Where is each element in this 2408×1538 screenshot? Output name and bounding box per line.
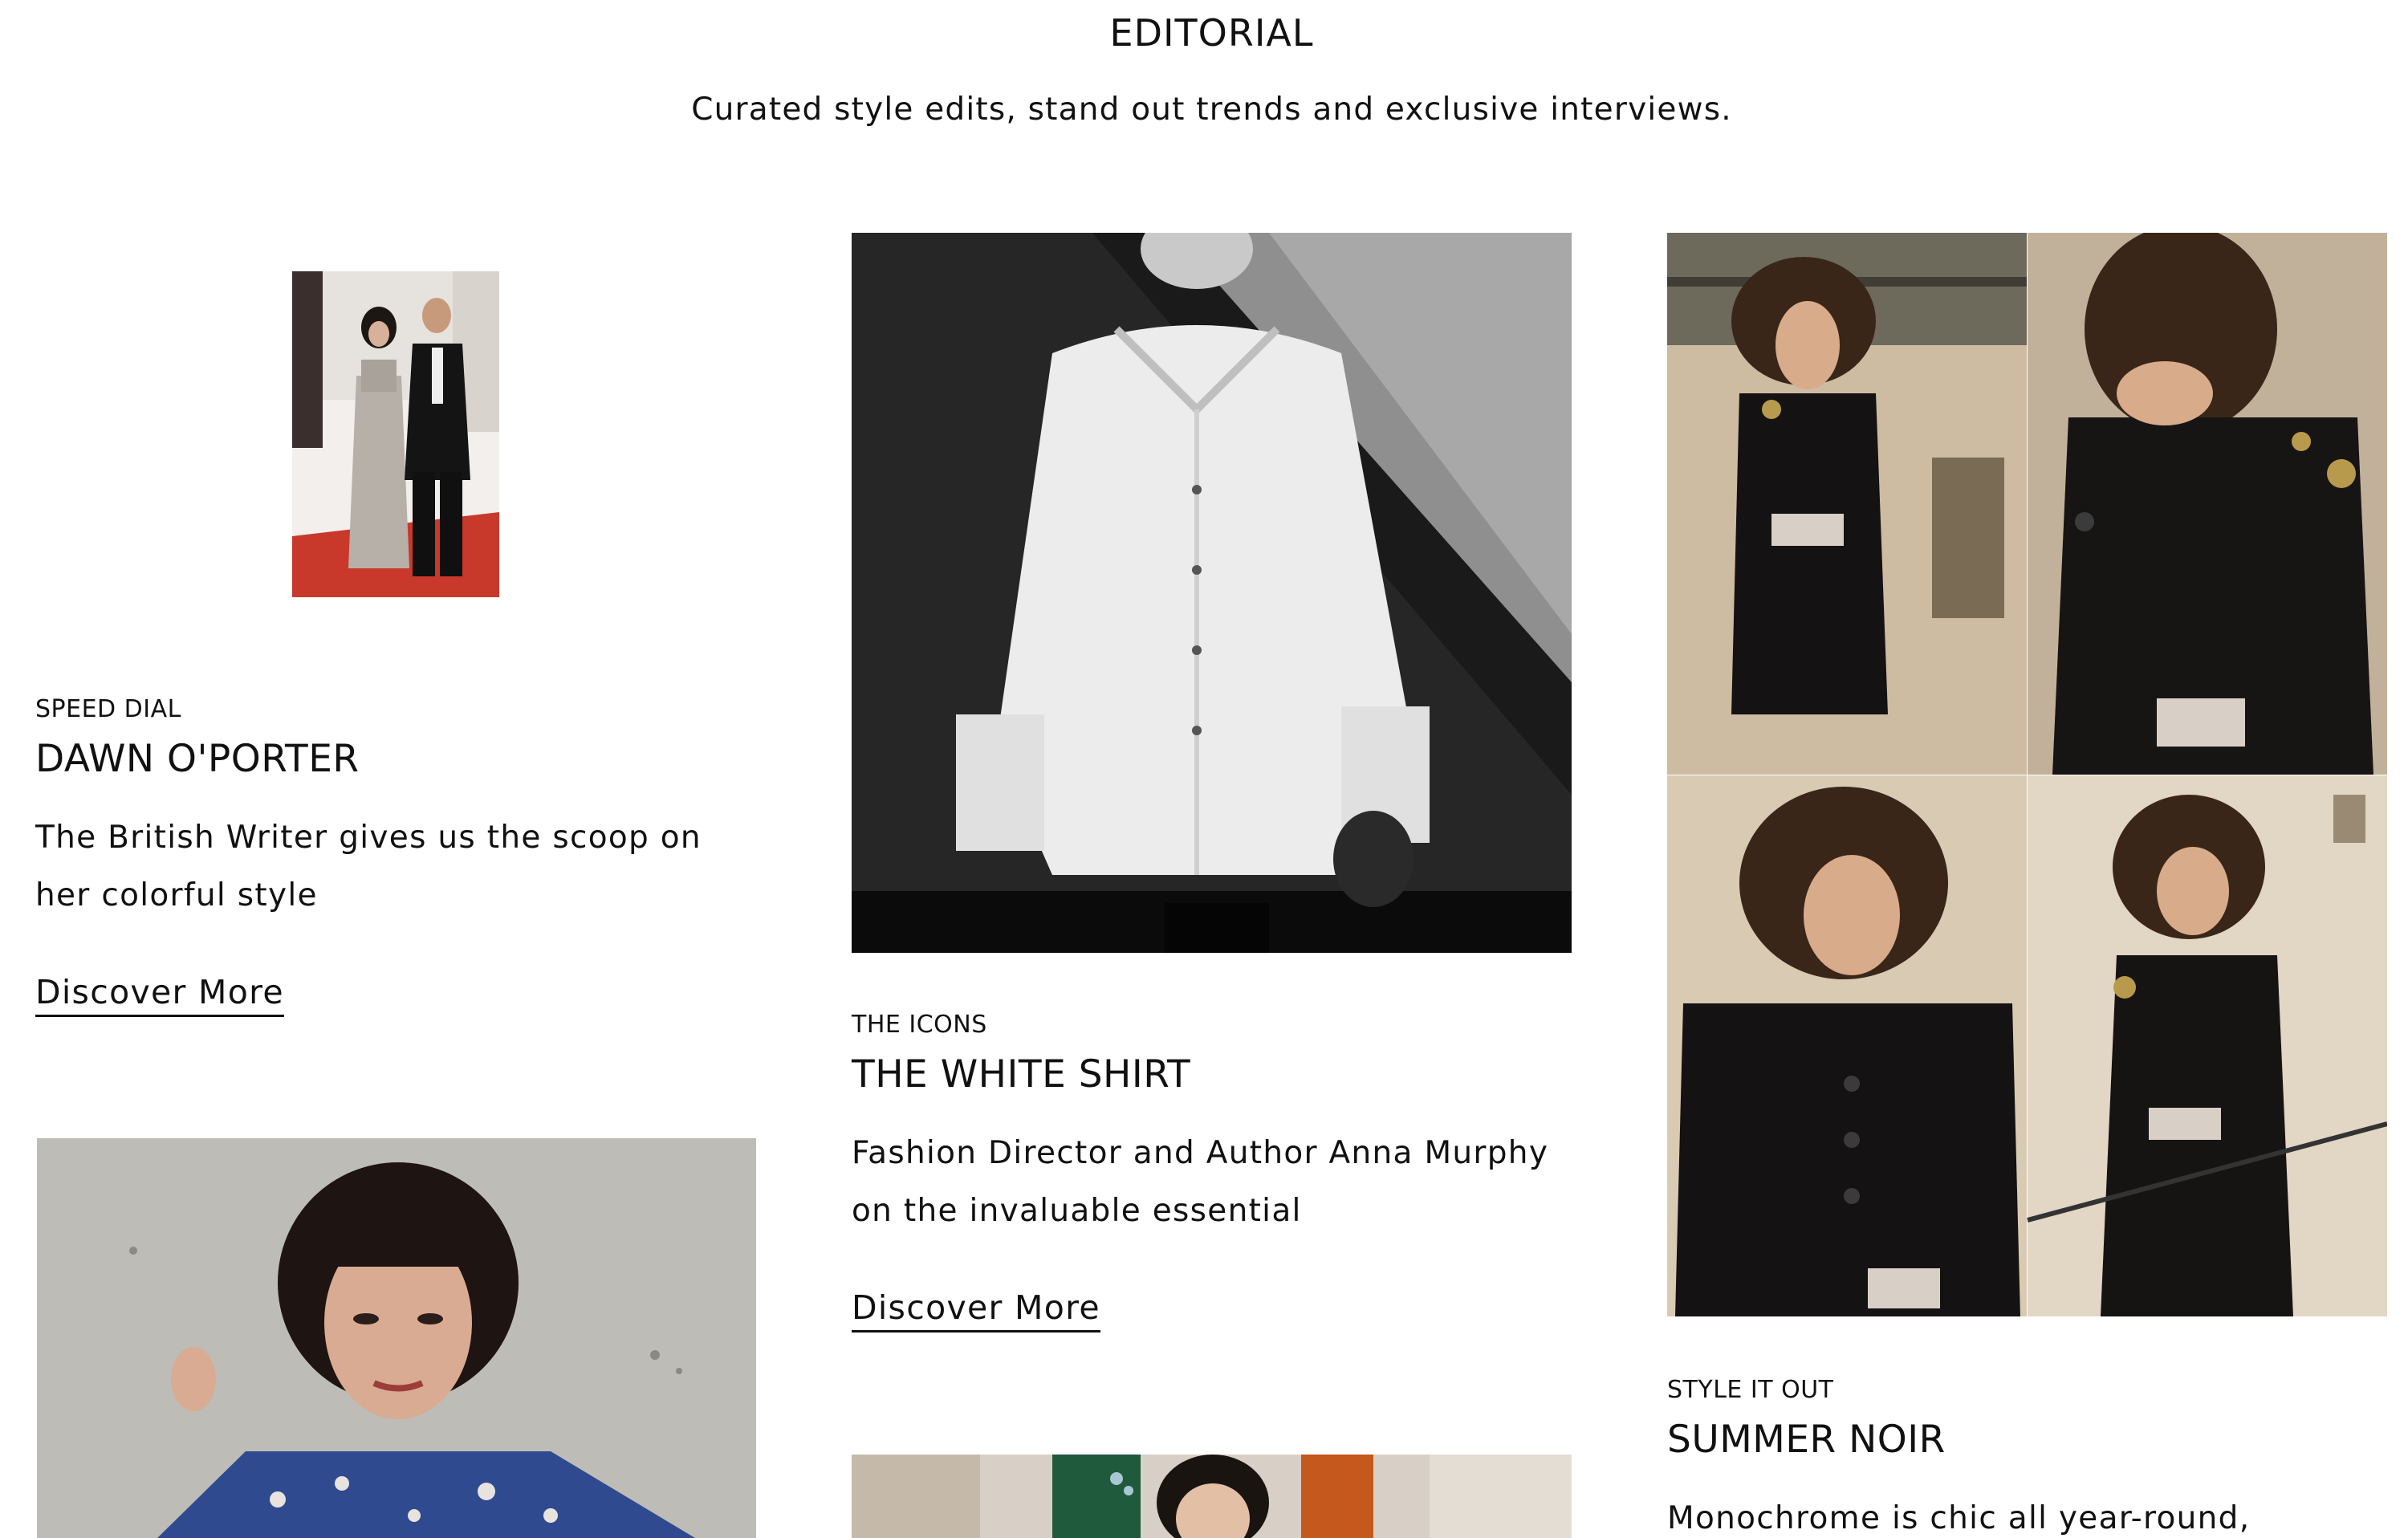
dawn-oporter-photo[interactable]	[292, 271, 499, 597]
discover-more-link[interactable]: Discover More	[852, 1288, 1100, 1333]
runway-photo[interactable]	[852, 1455, 1572, 1538]
page-title: EDITORIAL	[1109, 11, 1314, 55]
article-kicker: SPEED DIAL	[35, 695, 181, 723]
article-blurb: Monochrome is chic all year-round,	[1667, 1500, 2251, 1536]
portrait-photo[interactable]	[37, 1138, 756, 1538]
discover-more-link[interactable]: Discover More	[35, 973, 284, 1017]
article-blurb: Fashion Director and Author Anna Murphy …	[852, 1135, 1549, 1229]
editorial-page: EDITORIAL Curated style edits, stand out…	[0, 0, 2408, 1538]
article-kicker: STYLE IT OUT	[1667, 1376, 1834, 1404]
article-title[interactable]: SUMMER NOIR	[1667, 1418, 1946, 1462]
summer-noir-collage[interactable]	[1667, 233, 2387, 1316]
white-shirt-photo[interactable]	[852, 233, 1572, 953]
article-blurb: The British Writer gives us the scoop on…	[35, 820, 702, 913]
article-title[interactable]: DAWN O'PORTER	[35, 737, 360, 781]
article-kicker: THE ICONS	[852, 1011, 987, 1039]
page-subtitle: Curated style edits, stand out trends an…	[691, 92, 1732, 128]
article-title[interactable]: THE WHITE SHIRT	[852, 1052, 1190, 1097]
